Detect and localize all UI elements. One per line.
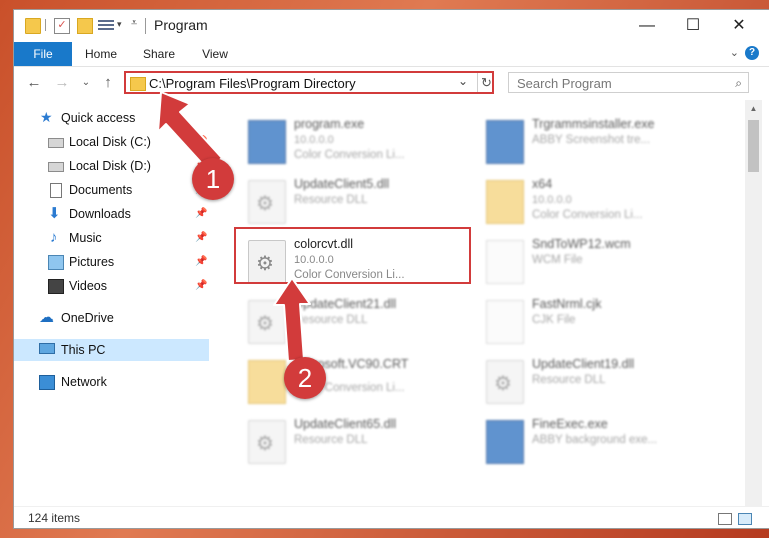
- callout-badge-1: 1: [192, 158, 234, 200]
- callout-badge-2: 2: [284, 357, 326, 399]
- annotation-arrows: [157, 91, 311, 362]
- arrow-2: [273, 277, 311, 362]
